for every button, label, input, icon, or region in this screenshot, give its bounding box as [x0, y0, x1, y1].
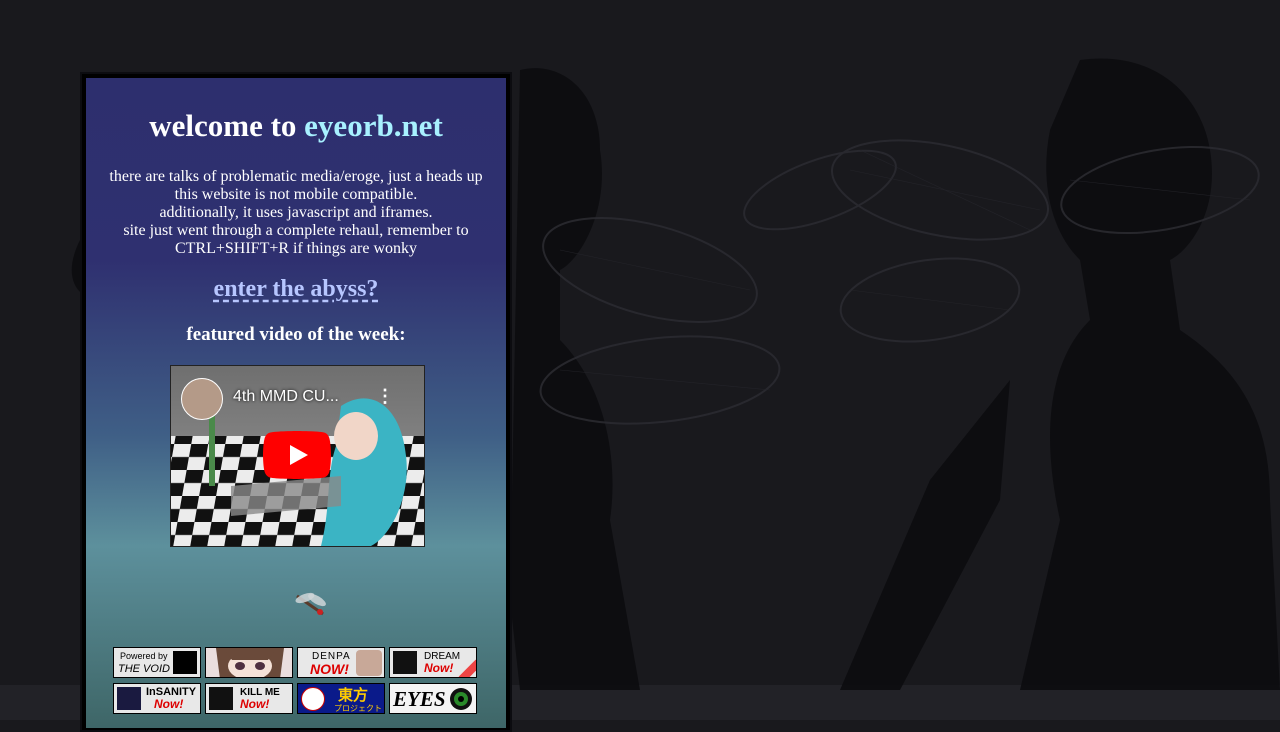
badge-text: Powered by: [120, 651, 168, 661]
notice-text: there are talks of problematic media/ero…: [86, 168, 506, 258]
denpa-face-icon: [356, 650, 382, 676]
featured-video-heading: featured video of the week:: [186, 324, 406, 345]
yin-yang-icon: [301, 687, 325, 711]
video-embed[interactable]: 4th MMD CU... ⋮: [170, 365, 425, 547]
void-square-icon: [173, 651, 197, 674]
badge-insanity-now[interactable]: InSANITY Now!: [113, 683, 201, 714]
badge-kill-me-now[interactable]: KILL ME Now!: [205, 683, 293, 714]
badge-text: Now!: [424, 661, 454, 675]
notice-line: CTRL+SHIFT+R if things are wonky: [174, 240, 418, 257]
badge-dream-now[interactable]: DREAM Now!: [389, 647, 477, 678]
insanity-planet-icon: [117, 687, 141, 710]
badge-denpa-now[interactable]: DENPA NOW!: [297, 647, 385, 678]
badge-text: 東方: [338, 687, 369, 704]
badge-text: NOW!: [310, 661, 349, 677]
enter-abyss-link[interactable]: enter the abyss?: [86, 276, 506, 303]
badge-text: Now!: [240, 697, 270, 711]
badge-touhou-project[interactable]: 東方 プロジェクト: [297, 683, 385, 714]
eye-icon: [450, 688, 472, 710]
notice-line: there are talks of problematic media/ero…: [109, 168, 483, 185]
notice-line: additionally, it uses javascript and ifr…: [159, 204, 433, 221]
page-title: welcome to eyeorb.net: [86, 108, 506, 144]
dragonfly-icon: [295, 592, 326, 616]
badge-text: THE VOID: [118, 663, 170, 675]
badge-text: プロジェクト: [334, 704, 382, 713]
video-title[interactable]: 4th MMD CU...: [233, 388, 339, 406]
notice-line: site just went through a complete rehaul…: [123, 222, 469, 239]
badge-anime-girl[interactable]: [205, 647, 293, 678]
ribbon-icon: [458, 659, 476, 677]
badge-text: Now!: [154, 697, 184, 711]
badge-eyes[interactable]: EYES: [389, 683, 477, 714]
notice-line: this website is not mobile compatible.: [174, 186, 418, 203]
anime-girl-icon: [206, 648, 292, 677]
welcome-panel: welcome to eyeorb.net there are talks of…: [86, 78, 506, 728]
knife-icon: [209, 687, 233, 710]
badge-the-void[interactable]: Powered by THE VOID: [113, 647, 201, 678]
play-icon[interactable]: [263, 431, 331, 479]
title-prefix: welcome to: [149, 108, 305, 143]
site-name: eyeorb.net: [304, 108, 443, 143]
channel-avatar[interactable]: [181, 378, 223, 420]
dream-crystal-icon: [393, 651, 417, 674]
badge-text: EYES: [393, 687, 446, 711]
video-menu-icon[interactable]: ⋮: [376, 386, 394, 407]
